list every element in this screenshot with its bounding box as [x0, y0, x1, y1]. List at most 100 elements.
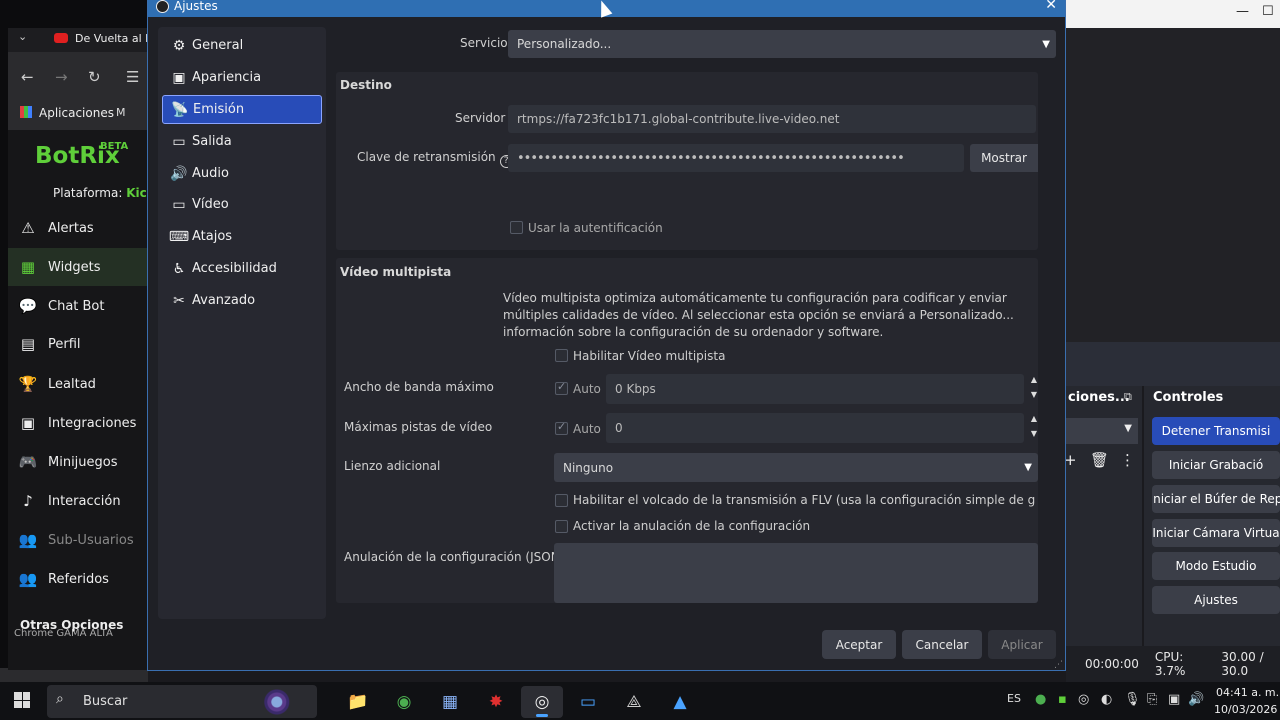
clock-date[interactable]: 10/03/2026: [1214, 703, 1277, 716]
botrix-menu-referidos[interactable]: 👥 Referidos: [8, 560, 148, 598]
clock-time[interactable]: 04:41 a. m.: [1216, 686, 1279, 699]
accept-button[interactable]: Aceptar: [822, 630, 896, 659]
stream-key-field[interactable]: ••••••••••••••••••••••••••••••••••••••••…: [508, 144, 964, 172]
stream-key-label: Clave de retransmisión?: [357, 150, 513, 168]
server-field[interactable]: rtmps://fa723fc1b171.global-contribute.l…: [508, 105, 1036, 133]
affinity-icon[interactable]: ⟁: [613, 686, 655, 718]
spin-down-icon[interactable]: ▼: [1028, 390, 1040, 399]
maximize-icon[interactable]: ☐: [1262, 4, 1274, 19]
transition-dropdown[interactable]: ▼: [1066, 418, 1138, 444]
spin-up-icon[interactable]: ▲: [1028, 414, 1040, 423]
nav-item-emision[interactable]: 📡 Emisión: [162, 95, 322, 124]
forward-icon[interactable]: →: [55, 68, 68, 86]
service-label: Servicio: [460, 36, 508, 50]
tray-app-icon[interactable]: ●: [1035, 692, 1046, 707]
server-label: Servidor: [455, 111, 506, 125]
config-override-checkbox[interactable]: [555, 520, 568, 533]
trash-icon[interactable]: 🗑: [1090, 451, 1109, 469]
botrix-menu-lealtad[interactable]: 🏆 Lealtad: [8, 365, 148, 403]
chrome-icon[interactable]: ◉: [383, 686, 425, 718]
botrix-menu-subusuarios[interactable]: 👥 Sub-Usuarios: [8, 521, 148, 559]
close-icon[interactable]: ✕: [1045, 0, 1057, 13]
override-json-textarea[interactable]: [554, 543, 1038, 603]
network-icon[interactable]: ▣: [1168, 692, 1180, 707]
nav-item-avanzado[interactable]: ✂ Avanzado: [162, 286, 322, 315]
chevron-down-icon[interactable]: ⌄: [18, 30, 27, 43]
cancel-button[interactable]: Cancelar: [902, 630, 982, 659]
enable-multitrack-checkbox[interactable]: [555, 349, 568, 362]
obs-tray-icon[interactable]: ◎: [1078, 692, 1089, 707]
bookmark-apps[interactable]: Aplicaciones: [39, 106, 114, 120]
override-json-label: Anulación de la configuración (JSON): [344, 550, 565, 564]
botrix-menu-integraciones[interactable]: ▣ Integraciones: [8, 404, 148, 442]
nav-item-video[interactable]: ▭ Vídeo: [162, 190, 322, 219]
back-icon[interactable]: ←: [21, 68, 34, 86]
reload-icon[interactable]: ↻: [88, 68, 101, 86]
nav-label: Atajos: [192, 229, 233, 244]
nav-item-accesibilidad[interactable]: ♿ Accesibilidad: [162, 254, 322, 283]
search-highlight-image: [248, 686, 312, 718]
settings-button[interactable]: Ajustes: [1152, 586, 1280, 614]
virtual-camera-button[interactable]: Iniciar Cámara Virtua: [1152, 519, 1280, 547]
tracks-auto-label: Auto: [573, 422, 601, 436]
nav-item-salida[interactable]: ▭ Salida: [162, 127, 322, 156]
more-icon[interactable]: ⋮: [1120, 451, 1135, 469]
nav-item-apariencia[interactable]: ▣ Apariencia: [162, 63, 322, 92]
cpu-usage: CPU: 3.7%: [1154, 650, 1186, 678]
windows-start-icon[interactable]: [14, 692, 30, 708]
flv-dump-checkbox[interactable]: [555, 494, 568, 507]
start-recording-button[interactable]: Iniciar Grabació: [1152, 451, 1280, 479]
microphone-icon[interactable]: 🎙: [1124, 692, 1141, 707]
chevron-down-icon: ▼: [1024, 462, 1032, 473]
usb-icon[interactable]: ⎘: [1147, 692, 1157, 707]
multitrack-title: Vídeo multipista: [340, 265, 452, 279]
stream-key-label-text: Clave de retransmisión: [357, 150, 496, 164]
minimize-icon[interactable]: —: [1236, 4, 1249, 19]
botrix-menu-interaccion[interactable]: ♪ Interacción: [8, 482, 148, 520]
accessibility-icon: ♿: [172, 260, 186, 277]
bandwidth-field[interactable]: 0 Kbps: [606, 374, 1024, 404]
extra-canvas-dropdown[interactable]: Ninguno ▼: [554, 453, 1038, 482]
popout-icon[interactable]: ⧉: [1124, 390, 1132, 404]
botrix-menu-alertas[interactable]: ⚠ Alertas: [8, 209, 148, 247]
taskbar-search-placeholder: Buscar: [83, 694, 128, 709]
botrix-menu-minijuegos[interactable]: 🎮 Minijuegos: [8, 443, 148, 481]
resize-grip-icon[interactable]: ⋰: [1054, 660, 1063, 670]
botrix-menu-chatbot[interactable]: 💬 Chat Bot: [8, 287, 148, 325]
volume-icon[interactable]: 🔊: [1188, 692, 1204, 707]
calculator-icon[interactable]: ▦: [429, 686, 471, 718]
spin-up-icon[interactable]: ▲: [1028, 375, 1040, 384]
nav-item-audio[interactable]: 🔊 Audio: [162, 159, 322, 188]
nvidia-icon[interactable]: ▪: [1058, 692, 1067, 707]
use-auth-checkbox[interactable]: [510, 221, 523, 234]
menu-label: Sub-Usuarios: [48, 532, 134, 548]
gear-icon: ⚙: [172, 37, 186, 54]
stop-stream-button[interactable]: Detener Transmisi: [1152, 417, 1280, 445]
max-tracks-field[interactable]: 0: [606, 413, 1024, 443]
studio-mode-button[interactable]: Modo Estudio: [1152, 552, 1280, 580]
botrix-menu-widgets[interactable]: ▦ Widgets: [8, 248, 148, 286]
nav-item-atajos[interactable]: ⌨ Atajos: [162, 222, 322, 251]
replay-buffer-button[interactable]: Iniciar el Búfer de Rep: [1152, 485, 1280, 513]
tracks-auto-checkbox[interactable]: [555, 420, 568, 435]
red-app-icon[interactable]: ✸: [475, 686, 517, 718]
site-settings-icon[interactable]: ☰: [126, 68, 139, 86]
show-key-button[interactable]: Mostrar: [970, 144, 1038, 172]
bandwidth-auto-checkbox[interactable]: [555, 380, 568, 395]
botrix-menu-perfil[interactable]: ▤ Perfil: [8, 325, 148, 363]
nav-item-general[interactable]: ⚙ General: [162, 31, 322, 60]
fps-readout: 30.00 / 30.0: [1221, 650, 1264, 678]
youtube-icon: [54, 33, 68, 43]
server-value: rtmps://fa723fc1b171.global-contribute.l…: [517, 112, 840, 126]
obs-icon[interactable]: ◎: [521, 686, 563, 718]
triangle-app-icon[interactable]: ▲: [659, 686, 701, 718]
window-app-icon[interactable]: ▭: [567, 686, 609, 718]
input-language[interactable]: ES: [1007, 692, 1021, 705]
service-dropdown[interactable]: Personalizado... ▼: [508, 30, 1056, 58]
bookmark-m[interactable]: M: [116, 106, 126, 119]
apply-button[interactable]: Aplicar: [988, 630, 1056, 659]
steam-icon[interactable]: ◐: [1101, 692, 1112, 707]
spin-down-icon[interactable]: ▼: [1028, 429, 1040, 438]
file-explorer-icon[interactable]: 📁: [337, 686, 379, 718]
nav-label: Avanzado: [192, 293, 256, 308]
